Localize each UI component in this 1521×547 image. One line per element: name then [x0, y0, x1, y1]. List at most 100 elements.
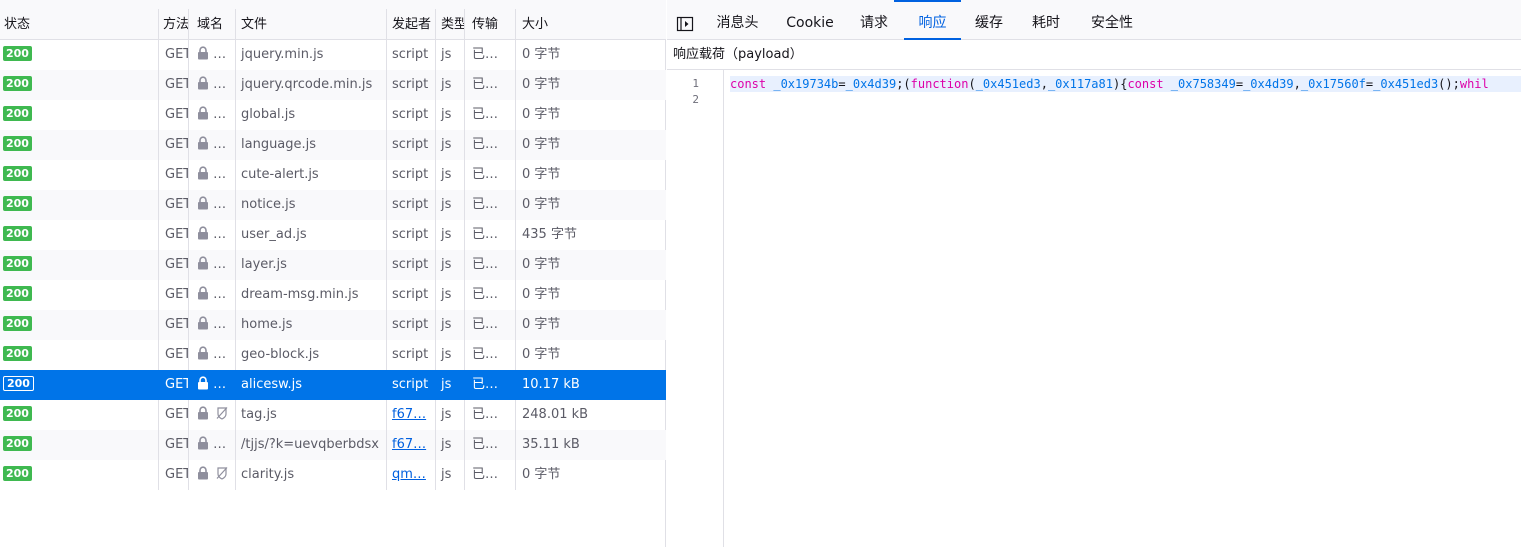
initiator-link: script	[392, 107, 429, 122]
code-identifier: _0x19734b	[773, 77, 839, 91]
table-row[interactable]: 200 GET … cute-alert.js script js 已… 0 字节	[0, 160, 666, 190]
code-line-1[interactable]: const _0x19734b=_0x4d39;(function(_0x451…	[730, 76, 1521, 92]
tab-response[interactable]: 响应	[904, 9, 961, 40]
table-row[interactable]: 200 GET … notice.js script js 已… 0 字节	[0, 190, 666, 220]
tab-security[interactable]: 安全性	[1079, 9, 1145, 40]
initiator-link[interactable]: f67…	[392, 407, 426, 422]
type-cell: js	[436, 70, 465, 100]
initiator-link: script	[392, 257, 429, 272]
table-row[interactable]: 200 GET … /tjjs/?k=uevqberbdsx f67… js 已… 35.1…	[0, 430, 666, 460]
status-badge: 200	[3, 376, 34, 391]
status-cell: 200	[0, 310, 159, 340]
method-cell: GET	[159, 460, 189, 490]
network-request-list: 状态 方法 域名 文件 发起者 类型 传输 大小 200 GET … jquery.…	[0, 0, 666, 547]
size-cell: 248.01 kB	[522, 407, 589, 422]
initiator-cell: script	[387, 100, 436, 130]
column-header-type[interactable]: 类型	[436, 9, 465, 40]
response-code-editor[interactable]: 1 2 const _0x19734b=_0x4d39;(function(_0…	[667, 70, 1521, 547]
type-cell: js	[436, 310, 465, 340]
table-row[interactable]: 200 GET … layer.js script js 已… 0 字节	[0, 250, 666, 280]
initiator-link[interactable]: f67…	[392, 437, 426, 452]
type-cell: js	[436, 100, 465, 130]
initiator-link[interactable]: qm…	[392, 467, 426, 482]
table-row[interactable]: 200 GET … jquery.min.js script js 已… 0 字节	[0, 40, 666, 70]
status-badge: 200	[3, 196, 32, 211]
size-cell: 0 字节	[522, 137, 561, 152]
domain-cell: …	[189, 370, 236, 400]
domain-ellipsis: …	[213, 137, 227, 152]
initiator-cell: script	[387, 370, 436, 400]
tab-cache[interactable]: 缓存	[963, 9, 1015, 40]
type-cell: js	[436, 40, 465, 70]
file-cell: /tjjs/?k=uevqberbdsx	[236, 430, 387, 460]
method-cell: GET	[159, 250, 189, 280]
tab-timings[interactable]: 耗时	[1020, 9, 1072, 40]
transferred-cell: 已…	[465, 310, 516, 340]
initiator-cell: script	[387, 280, 436, 310]
size-cell: 0 字节	[522, 77, 561, 92]
method-cell: GET	[159, 370, 189, 400]
status-badge: 200	[3, 46, 32, 61]
table-row[interactable]: 200 GET … jquery.qrcode.min.js script js 已… 0 …	[0, 70, 666, 100]
tab-request[interactable]: 请求	[849, 9, 899, 40]
size-cell: 0 字节	[522, 167, 561, 182]
column-header-transferred[interactable]: 传输	[465, 9, 516, 40]
table-row[interactable]: 200 GET … geo-block.js script js 已… 0 字节	[0, 340, 666, 370]
initiator-cell[interactable]: f67…	[387, 430, 436, 460]
initiator-cell[interactable]: qm…	[387, 460, 436, 490]
transferred-cell: 已…	[465, 220, 516, 250]
tab-headers[interactable]: 消息头	[705, 9, 770, 40]
code-identifier: _0x451ed3	[975, 77, 1041, 91]
details-tabbar: 消息头 Cookie 请求 响应 缓存 耗时 安全性	[667, 0, 1521, 40]
lock-icon	[197, 436, 209, 450]
lock-icon	[197, 226, 209, 240]
transferred-cell: 已…	[465, 430, 516, 460]
size-cell: 0 字节	[522, 287, 561, 302]
lock-icon	[197, 286, 209, 300]
response-payload-header[interactable]: 响应载荷（payload）	[667, 40, 1521, 70]
size-cell: 0 字节	[522, 317, 561, 332]
table-row[interactable]: 200 GET … user_ad.js script js 已… 435 字节	[0, 220, 666, 250]
column-header-status[interactable]: 状态	[0, 9, 159, 40]
code-identifier: _0x451ed3	[1373, 77, 1439, 91]
status-cell: 200	[0, 430, 159, 460]
column-header-domain[interactable]: 域名	[189, 9, 236, 40]
size-cell: 0 字节	[522, 197, 561, 212]
table-row[interactable]: 200 GET clarity.js qm… js 已… 0 字节	[0, 460, 666, 490]
domain-ellipsis: …	[213, 227, 227, 242]
table-row[interactable]: 200 GET … home.js script js 已… 0 字节	[0, 310, 666, 340]
domain-cell: …	[189, 310, 236, 340]
code-keyword: const	[730, 77, 767, 91]
method-cell: GET	[159, 430, 189, 460]
status-cell: 200	[0, 280, 159, 310]
code-punctuation: (	[968, 77, 976, 91]
code-keyword: const	[1127, 77, 1164, 91]
table-row[interactable]: 200 GET … global.js script js 已… 0 字节	[0, 100, 666, 130]
toggle-sidebar-icon[interactable]	[676, 16, 694, 32]
domain-cell: …	[189, 250, 236, 280]
size-cell: 0 字节	[522, 347, 561, 362]
initiator-link: script	[392, 47, 429, 62]
table-row[interactable]: 200 GET … language.js script js 已… 0 字节	[0, 130, 666, 160]
file-cell: user_ad.js	[236, 220, 387, 250]
type-cell: js	[436, 430, 465, 460]
column-header-size[interactable]: 大小	[516, 9, 666, 40]
file-cell: dream-msg.min.js	[236, 280, 387, 310]
domain-cell: …	[189, 160, 236, 190]
table-row[interactable]: 200 GET … alicesw.js script js 已… 10.17 kB	[0, 370, 666, 400]
type-cell: js	[436, 250, 465, 280]
initiator-cell[interactable]: f67…	[387, 400, 436, 430]
transferred-cell: 已…	[465, 250, 516, 280]
tab-cookie[interactable]: Cookie	[775, 9, 845, 40]
domain-cell	[189, 400, 236, 430]
column-header-method[interactable]: 方法	[159, 9, 189, 40]
column-header-file[interactable]: 文件	[236, 9, 387, 40]
method-cell: GET	[159, 40, 189, 70]
column-header-initiator[interactable]: 发起者	[387, 9, 436, 40]
table-row[interactable]: 200 GET … dream-msg.min.js script js 已… 0 字节	[0, 280, 666, 310]
lock-icon	[197, 46, 209, 60]
table-row[interactable]: 200 GET tag.js f67… js 已… 248.01 kB	[0, 400, 666, 430]
code-punctuation: =	[1235, 77, 1244, 91]
domain-cell: …	[189, 40, 236, 70]
initiator-link: script	[392, 197, 429, 212]
